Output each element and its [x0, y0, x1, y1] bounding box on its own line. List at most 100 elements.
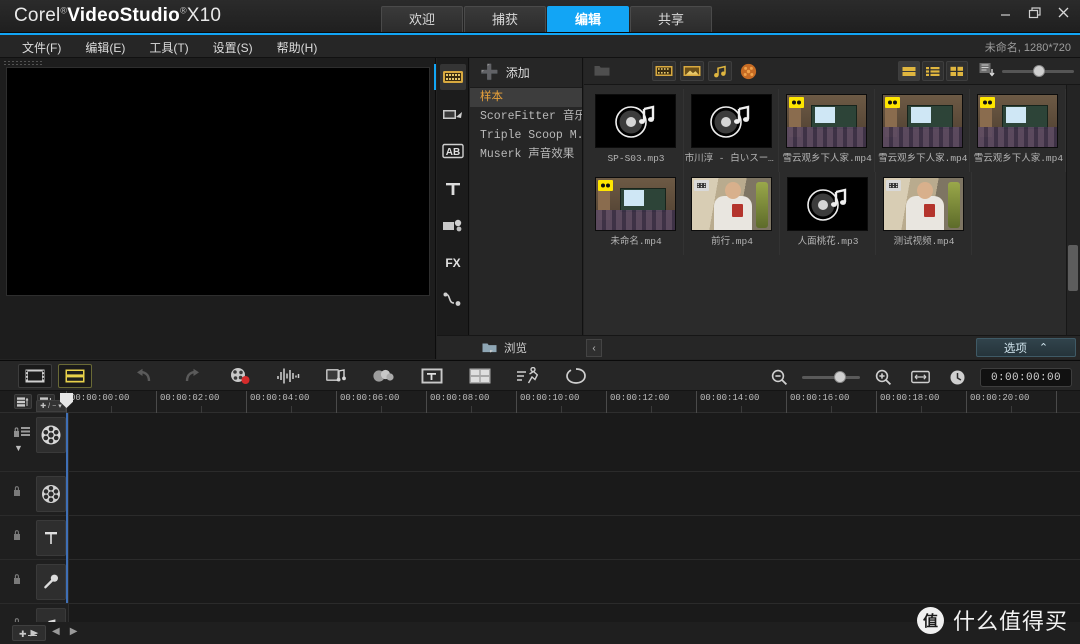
- library-category-triplescoop[interactable]: Triple Scoop M...: [470, 126, 582, 145]
- item-caption: 测试视频.mp4: [893, 236, 955, 247]
- timeline-view-button[interactable]: [58, 364, 92, 388]
- redo-button[interactable]: [178, 364, 206, 388]
- video-track-body[interactable]: [68, 413, 1080, 471]
- library-item[interactable]: SP-S03.mp3: [588, 89, 684, 172]
- library-category-scorefitter[interactable]: ScoreFitter 音乐: [470, 107, 582, 126]
- overlay-track-1: [0, 472, 1080, 516]
- add-track-button[interactable]: ✚: [12, 625, 46, 641]
- zoom-in-button[interactable]: [869, 365, 897, 389]
- thumbnail-view-button[interactable]: [898, 61, 920, 81]
- library-item[interactable]: 雪云观乡下人家.mp4: [970, 89, 1066, 172]
- tab-share[interactable]: 共享: [630, 6, 712, 32]
- close-button[interactable]: [1055, 4, 1072, 21]
- library-item[interactable]: 人面桃花.mp3: [780, 172, 876, 255]
- ruler-label: 00:00:02:00: [160, 393, 220, 403]
- menu-settings[interactable]: 设置(S): [201, 35, 265, 60]
- options-button[interactable]: 选项 ⌃: [976, 338, 1076, 357]
- brand-tm-2: ®: [179, 5, 187, 16]
- audio-disc-icon: [710, 105, 750, 138]
- tab-welcome[interactable]: 欢迎: [381, 6, 463, 32]
- video-track: ✚ / − ▾ ▼: [0, 400, 1080, 472]
- library-item[interactable]: 市川淳 - 白いスーツ...: [684, 89, 780, 172]
- project-duration-button[interactable]: [943, 365, 971, 389]
- graphic-icon[interactable]: [440, 212, 466, 238]
- speed-control-button[interactable]: [514, 364, 542, 388]
- collapse-library-button[interactable]: ‹: [586, 339, 602, 357]
- browse-button[interactable]: 浏览: [482, 340, 527, 356]
- text-t-icon[interactable]: [440, 175, 466, 201]
- library-item[interactable]: 测试视频.mp4: [876, 172, 972, 255]
- menu-file[interactable]: 文件(F): [10, 35, 73, 60]
- fit-to-window-button[interactable]: [906, 365, 934, 389]
- storyboard-view-button[interactable]: [18, 364, 52, 388]
- restore-button[interactable]: [1026, 4, 1043, 21]
- library-rail: AB FX: [433, 58, 469, 359]
- library-item[interactable]: 雪云观乡下人家.mp4: [779, 89, 875, 172]
- freeze-frame-button[interactable]: [562, 364, 590, 388]
- sound-mixer-button[interactable]: [322, 364, 350, 388]
- menu-help[interactable]: 帮助(H): [265, 35, 330, 60]
- add-media-button[interactable]: ➕ 添加: [470, 58, 582, 88]
- minimize-button[interactable]: [997, 4, 1014, 21]
- tab-capture[interactable]: 捕获: [464, 6, 546, 32]
- title-ab-icon[interactable]: AB: [440, 138, 466, 164]
- media-icon[interactable]: [433, 64, 466, 90]
- library-scrollbar-thumb[interactable]: [1068, 245, 1078, 291]
- show-videos-icon[interactable]: [652, 61, 676, 81]
- fx-icon[interactable]: FX: [440, 249, 466, 275]
- library-item[interactable]: 前行.mp4: [684, 172, 780, 255]
- transition-icon[interactable]: [440, 101, 466, 127]
- sort-button[interactable]: [979, 62, 996, 83]
- menu-tools[interactable]: 工具(T): [137, 35, 200, 60]
- title-track-lock-button[interactable]: [12, 528, 28, 542]
- scroll-left-button[interactable]: ◀: [52, 626, 60, 637]
- video-track-lock-button[interactable]: [12, 425, 30, 439]
- film-reel-icon[interactable]: [36, 476, 66, 512]
- library-item[interactable]: 未命名.mp4: [588, 172, 684, 255]
- library-category-sample[interactable]: 样本: [470, 88, 582, 107]
- timeline-zoom-knob[interactable]: [834, 370, 846, 383]
- title-track-1-body[interactable]: [68, 516, 1080, 559]
- tab-edit[interactable]: 编辑: [547, 6, 629, 32]
- overlay-track-lock-button[interactable]: [12, 484, 28, 498]
- show-photos-icon[interactable]: [680, 61, 704, 81]
- path-icon[interactable]: [440, 286, 466, 312]
- voice-track-lock-button[interactable]: [12, 572, 28, 586]
- timeline-zoom-slider[interactable]: [802, 370, 860, 383]
- microphone-icon[interactable]: [36, 564, 66, 600]
- zoom-out-button[interactable]: [765, 365, 793, 389]
- panel-grip[interactable]: [3, 60, 43, 66]
- preview-screen[interactable]: [6, 67, 430, 296]
- folder-icon[interactable]: [590, 61, 614, 81]
- library-footer: 浏览 ‹ 选项 ⌃: [437, 335, 1080, 359]
- overlay-track-1-body[interactable]: [68, 472, 1080, 515]
- library-scrollbar[interactable]: [1066, 85, 1080, 335]
- title-t-icon[interactable]: [36, 520, 66, 556]
- video-track-expander[interactable]: ▼: [14, 443, 23, 453]
- multi-camera-editor-button[interactable]: [466, 364, 494, 388]
- motion-tracking-button[interactable]: [370, 364, 398, 388]
- grid-view-button[interactable]: [946, 61, 968, 81]
- show-all-tracks-button[interactable]: [14, 394, 32, 409]
- track-opt-ratio-icon: /: [48, 402, 51, 410]
- film-reel-icon[interactable]: [36, 417, 66, 453]
- library-thumbnail-grid: SP-S03.mp3 市川淳 - 白いスーツ 雪云观乡下人家.mp4 雪云观乡下…: [584, 85, 1066, 335]
- menu-edit[interactable]: 编辑(E): [73, 35, 137, 60]
- title-editor-button[interactable]: [418, 364, 446, 388]
- corel-videostudio-window: Corel®VideoStudio®X10 欢迎 捕获 编辑 共享 文件(F) …: [0, 0, 1080, 644]
- timeline-timecode[interactable]: 0:00:00:00: [980, 367, 1072, 387]
- voice-track-1-body[interactable]: [68, 560, 1080, 603]
- thumbnail-size-knob[interactable]: [1033, 65, 1045, 77]
- undo-button[interactable]: [130, 364, 158, 388]
- scroll-right-button[interactable]: ▶: [70, 626, 78, 637]
- ruler-label: 00:00:00:00: [70, 393, 130, 403]
- show-all-icon[interactable]: [736, 61, 760, 81]
- video-badge-icon: [789, 97, 805, 108]
- timeline-view-buttons: [18, 364, 92, 388]
- record-capture-button[interactable]: [226, 364, 254, 388]
- list-view-button[interactable]: [922, 61, 944, 81]
- library-category-muserk[interactable]: Muserk 声音效果: [470, 145, 582, 164]
- audio-mixer-button[interactable]: [274, 364, 302, 388]
- library-item[interactable]: 雪云观乡下人家.mp4: [875, 89, 971, 172]
- show-audio-icon[interactable]: [708, 61, 732, 81]
